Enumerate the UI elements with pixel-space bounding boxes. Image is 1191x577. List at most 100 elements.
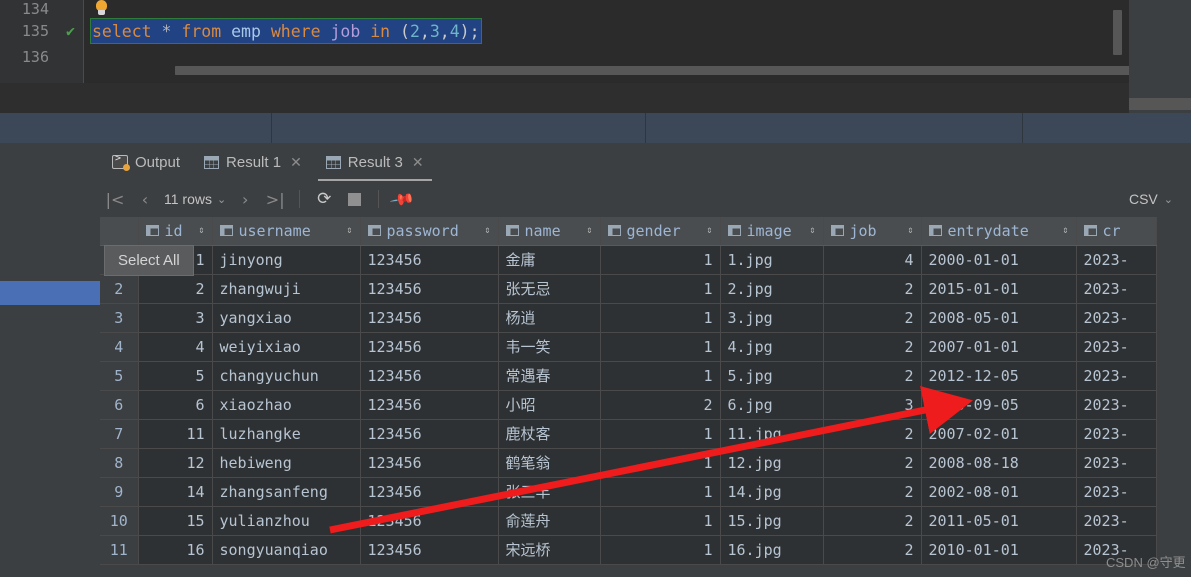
cell-cr[interactable]: 2023- [1076, 390, 1157, 420]
sort-toggle-icon[interactable]: ⇕ [346, 226, 352, 236]
cell-entrydate[interactable]: 2002-08-01 [921, 477, 1077, 507]
cell-name[interactable]: 俞莲舟 [498, 506, 601, 536]
table-row[interactable]: 11jinyong123456金庸11.jpg42000-01-012023- [100, 245, 1157, 275]
first-page-button[interactable]: |< [100, 184, 130, 214]
cell-password[interactable]: 123456 [360, 274, 499, 304]
row-number-cell[interactable]: 3 [100, 303, 139, 333]
cell-image[interactable]: 15.jpg [720, 506, 824, 536]
cell-name[interactable]: 金庸 [498, 245, 601, 275]
cell-id[interactable]: 2 [138, 274, 213, 304]
sql-editor[interactable]: 134 135 ✔ 136 select * from emp where jo… [0, 0, 1191, 113]
table-row[interactable]: 9 14 zhangsanfeng 123456 张三丰 1 14.jpg 2 2002-08-… [100, 477, 1157, 507]
cell-image[interactable]: 4.jpg [720, 332, 824, 362]
sort-toggle-icon[interactable]: ⇕ [706, 226, 712, 236]
column-header-name[interactable]: name ⇕ [498, 217, 601, 246]
cell-name[interactable]: 常遇春 [498, 361, 601, 391]
row-number-cell[interactable]: 10 [100, 506, 139, 536]
cell-username[interactable]: luzhangke [212, 419, 361, 449]
cell-name[interactable]: 小昭 [498, 390, 601, 420]
cell-cr[interactable]: 2023- [1076, 506, 1157, 536]
cell-job[interactable]: 2 [823, 419, 922, 449]
cell-cr[interactable]: 2023- [1076, 361, 1157, 391]
column-header-gender[interactable]: gender ⇕ [600, 217, 721, 246]
cell-entrydate[interactable]: 2012-12-05 [921, 361, 1077, 391]
column-header-username[interactable]: username ⇕ [212, 217, 361, 246]
cell-password[interactable]: 123456 [360, 535, 499, 565]
cell-entrydate[interactable]: 2015-01-01 [921, 274, 1077, 304]
cell-id[interactable]: 11 [138, 419, 213, 449]
row-number-cell[interactable]: 8 [100, 448, 139, 478]
row-number-cell[interactable]: 11 [100, 535, 139, 565]
cell-cr[interactable]: 2023- [1076, 477, 1157, 507]
table-row[interactable]: 11 16 songyuanqiao 123456 宋远桥 1 16.jpg 2 2010-01… [100, 535, 1157, 565]
table-row[interactable]: 5 5 changyuchun 123456 常遇春 1 5.jpg 2 2012-12-05 2… [100, 361, 1157, 391]
column-header-job[interactable]: job ⇕ [823, 217, 922, 246]
cell-username[interactable]: xiaozhao [212, 390, 361, 420]
cell-gender[interactable]: 1 [600, 361, 721, 391]
cell-entrydate[interactable]: 2007-01-01 [921, 332, 1077, 362]
cell-password[interactable]: 123456 [360, 506, 499, 536]
refresh-icon[interactable]: ⟳ [309, 184, 339, 214]
table-row[interactable]: 7 11 luzhangke 123456 鹿杖客 1 11.jpg 2 2007-02-01 2… [100, 419, 1157, 449]
sql-statement-line[interactable]: select * from emp where job in (2,3,4); [90, 18, 482, 44]
cell-gender[interactable]: 1 [600, 506, 721, 536]
row-number-cell[interactable]: 4 [100, 332, 139, 362]
table-row[interactable]: 3 3 yangxiao 123456 杨逍 1 3.jpg 2 2008-05-01 2023- [100, 303, 1157, 333]
cell-entrydate[interactable]: 2010-01-01 [921, 535, 1077, 565]
cell-id[interactable]: 5 [138, 361, 213, 391]
column-header-cr[interactable]: cr [1076, 217, 1157, 246]
cell-job[interactable]: 4 [823, 245, 922, 275]
cell-username[interactable]: zhangsanfeng [212, 477, 361, 507]
cell-password[interactable]: 123456 [360, 361, 499, 391]
cell-image[interactable]: 12.jpg [720, 448, 824, 478]
sort-toggle-icon[interactable]: ⇕ [809, 226, 815, 236]
editor-vscroll-thumb[interactable] [1113, 10, 1122, 55]
cell-name[interactable]: 杨逍 [498, 303, 601, 333]
row-number-cell[interactable]: 2 [100, 274, 139, 304]
cell-job[interactable]: 2 [823, 535, 922, 565]
cell-username[interactable]: yangxiao [212, 303, 361, 333]
tab-result-1[interactable]: Result 1 ✕ [192, 143, 314, 181]
cell-entrydate[interactable]: 2000-01-01 [921, 245, 1077, 275]
cell-gender[interactable]: 1 [600, 535, 721, 565]
cell-image[interactable]: 1.jpg [720, 245, 824, 275]
export-format-dropdown[interactable]: CSV ⌄ [1129, 191, 1191, 207]
cell-password[interactable]: 123456 [360, 448, 499, 478]
column-header-entrydate[interactable]: entrydate ⇕ [921, 217, 1077, 246]
cell-id[interactable]: 16 [138, 535, 213, 565]
cell-gender[interactable]: 1 [600, 245, 721, 275]
table-row[interactable]: 6 6 xiaozhao 123456 小昭 2 6.jpg 3 2013-09-05 2023- [100, 390, 1157, 420]
column-header-id[interactable]: id ⇕ [138, 217, 213, 246]
cell-job[interactable]: 3 [823, 390, 922, 420]
cell-image[interactable]: 11.jpg [720, 419, 824, 449]
cell-entrydate[interactable]: 2013-09-05 [921, 390, 1077, 420]
cell-name[interactable]: 宋远桥 [498, 535, 601, 565]
tab-output[interactable]: Output [100, 143, 192, 181]
stop-button[interactable] [339, 184, 369, 214]
cell-id[interactable]: 14 [138, 477, 213, 507]
cell-job[interactable]: 2 [823, 361, 922, 391]
cell-job[interactable]: 2 [823, 332, 922, 362]
prev-page-button[interactable]: ‹ [130, 184, 160, 214]
cell-job[interactable]: 2 [823, 477, 922, 507]
cell-id[interactable]: 15 [138, 506, 213, 536]
cell-image[interactable]: 6.jpg [720, 390, 824, 420]
cell-id[interactable]: 3 [138, 303, 213, 333]
editor-horizontal-scrollbar[interactable] [175, 66, 1191, 75]
cell-cr[interactable]: 2023- [1076, 448, 1157, 478]
cell-job[interactable]: 2 [823, 448, 922, 478]
cell-cr[interactable]: 2023- [1076, 332, 1157, 362]
cell-username[interactable]: hebiweng [212, 448, 361, 478]
sort-toggle-icon[interactable]: ⇕ [907, 226, 913, 236]
close-icon[interactable]: ✕ [290, 154, 302, 171]
select-all-header[interactable] [100, 217, 139, 246]
row-number-cell[interactable]: 5 [100, 361, 139, 391]
pin-icon[interactable]: 📌 [382, 178, 424, 220]
cell-name[interactable]: 韦一笑 [498, 332, 601, 362]
table-row[interactable]: 2 2 zhangwuji 123456 张无忌 1 2.jpg 2 2015-01-01 202… [100, 274, 1157, 304]
cell-id[interactable]: 4 [138, 332, 213, 362]
sort-toggle-icon[interactable]: ⇕ [484, 226, 490, 236]
cell-job[interactable]: 2 [823, 506, 922, 536]
cell-cr[interactable]: 2023- [1076, 419, 1157, 449]
cell-gender[interactable]: 1 [600, 274, 721, 304]
